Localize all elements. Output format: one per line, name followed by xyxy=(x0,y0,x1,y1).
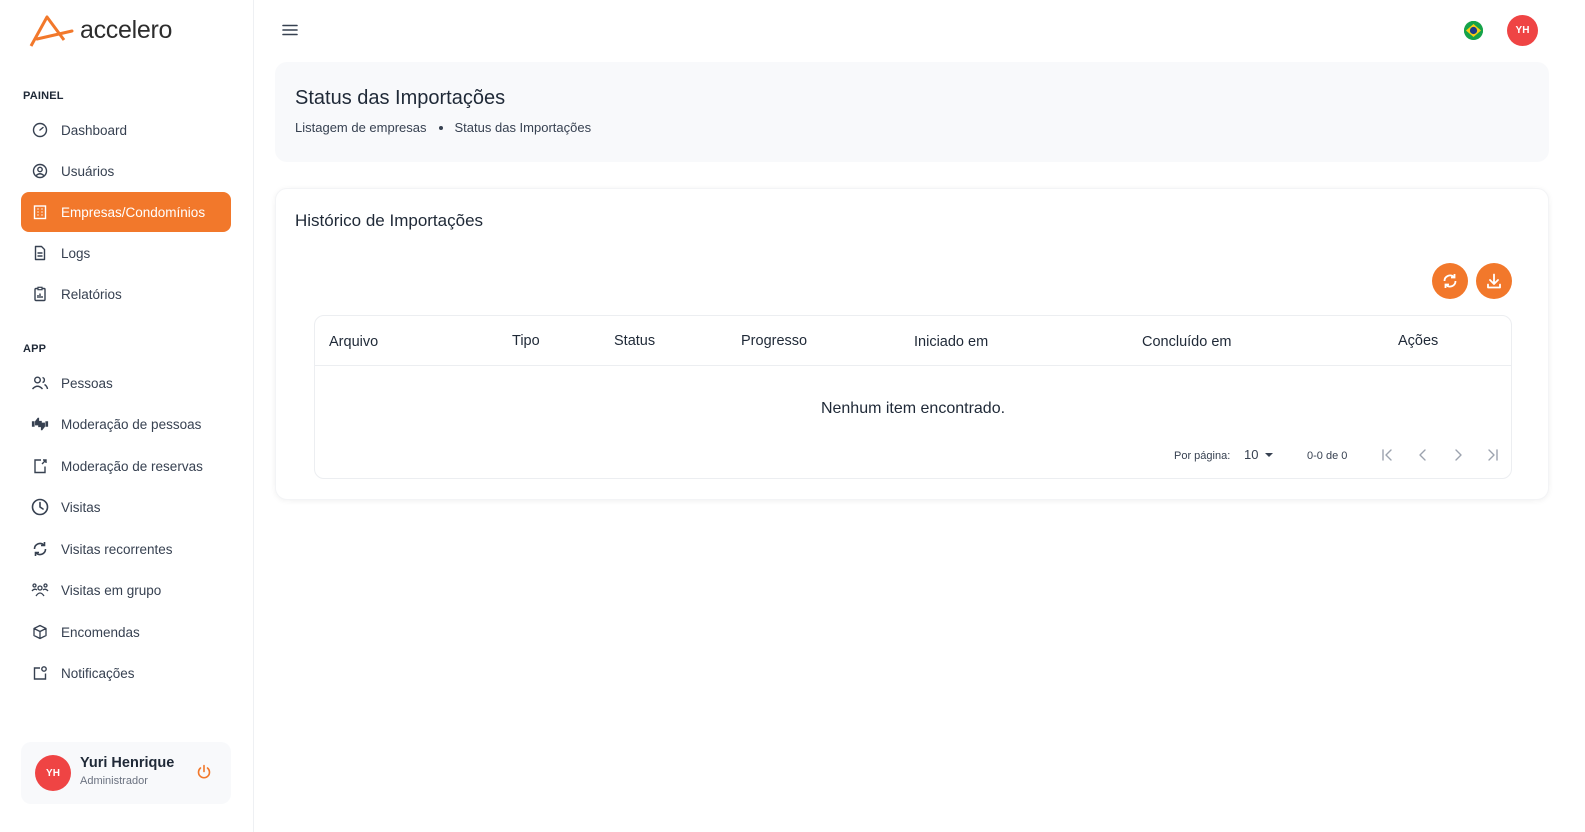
download-button[interactable] xyxy=(1476,263,1512,299)
notification-icon xyxy=(31,664,49,682)
group-icon xyxy=(31,581,49,599)
clock-icon xyxy=(31,498,49,516)
import-history-card: Histórico de Importações Arquivo Tipo St… xyxy=(275,188,1549,500)
sidebar-item-encomendas[interactable]: Encomendas xyxy=(21,612,231,652)
brand-name: accelero xyxy=(80,15,173,44)
sidebar-item-dashboard[interactable]: Dashboard xyxy=(21,110,231,150)
breadcrumb-separator xyxy=(438,125,443,130)
pagination-range: 0-0 de 0 xyxy=(1307,450,1348,462)
building-icon xyxy=(31,203,49,221)
rows-per-page-select[interactable]: 10 xyxy=(1244,447,1274,462)
refresh-button[interactable] xyxy=(1432,263,1468,299)
rows-per-page-value: 10 xyxy=(1244,447,1259,462)
reservation-icon xyxy=(31,457,49,475)
sidebar-item-label: Relatórios xyxy=(61,286,122,302)
column-header-status[interactable]: Status xyxy=(614,333,655,349)
refresh-icon xyxy=(31,540,49,558)
sidebar-item-label: Visitas xyxy=(61,499,101,515)
power-icon[interactable] xyxy=(195,763,213,781)
column-header-arquivo[interactable]: Arquivo xyxy=(329,334,378,350)
sidebar-item-visitas-grupo[interactable]: Visitas em grupo xyxy=(21,570,231,610)
sidebar-item-empresas[interactable]: Empresas/Condomínios xyxy=(21,192,231,232)
sidebar-item-logs[interactable]: Logs xyxy=(21,233,231,273)
document-icon xyxy=(31,244,49,262)
imports-table: Arquivo Tipo Status Progresso Iniciado e… xyxy=(314,315,1512,479)
thumbs-icon xyxy=(31,415,49,433)
user-card: YH Yuri Henrique Administrador xyxy=(21,742,231,804)
sidebar-item-notificacoes[interactable]: Notificações xyxy=(21,653,231,693)
section-label-painel: PAINEL xyxy=(23,90,64,102)
sidebar-item-label: Pessoas xyxy=(61,375,113,391)
package-icon xyxy=(31,623,49,641)
accelero-logo-icon xyxy=(29,15,74,47)
refresh-icon xyxy=(1443,274,1457,288)
section-label-app: APP xyxy=(23,343,47,355)
column-header-iniciado-em[interactable]: Iniciado em xyxy=(914,334,988,350)
sidebar-item-label: Logs xyxy=(61,245,91,261)
user-circle-icon xyxy=(31,162,49,180)
column-header-acoes: Ações xyxy=(1398,333,1439,349)
last-page-icon[interactable] xyxy=(1484,447,1500,463)
breadcrumb-current: Status das Importações xyxy=(454,120,592,135)
sidebar-item-usuarios[interactable]: Usuários xyxy=(21,151,231,191)
download-icon xyxy=(1487,273,1501,289)
caret-down-icon xyxy=(1265,452,1274,457)
breadcrumb: Listagem de empresas Status das Importaç… xyxy=(295,120,591,135)
column-header-tipo[interactable]: Tipo xyxy=(512,333,540,349)
user-name: Yuri Henrique xyxy=(80,755,175,771)
sidebar-item-label: Visitas recorrentes xyxy=(61,541,173,557)
sidebar-item-label: Empresas/Condomínios xyxy=(61,204,206,220)
sidebar-item-label: Visitas em grupo xyxy=(61,582,162,598)
sidebar-item-visitas-recorrentes[interactable]: Visitas recorrentes xyxy=(21,529,231,569)
user-role: Administrador xyxy=(80,775,148,787)
sidebar-item-label: Encomendas xyxy=(61,624,140,640)
next-page-icon[interactable] xyxy=(1450,447,1466,463)
sidebar-item-pessoas[interactable]: Pessoas xyxy=(21,363,231,403)
breadcrumb-link-empresas[interactable]: Listagem de empresas xyxy=(295,120,427,135)
sidebar-item-moderacao-pessoas[interactable]: Moderação de pessoas xyxy=(21,404,231,444)
sidebar-item-visitas[interactable]: Visitas xyxy=(21,487,231,527)
brazil-flag-icon[interactable] xyxy=(1464,21,1483,40)
sidebar-item-label: Usuários xyxy=(61,163,115,179)
menu-icon[interactable] xyxy=(280,20,300,40)
page-title: Status das Importações xyxy=(295,87,506,109)
empty-state-message: Nenhum item encontrado. xyxy=(820,400,1006,417)
sidebar: accelero PAINEL Dashboard Usuários Empre… xyxy=(0,0,254,832)
sidebar-item-label: Dashboard xyxy=(61,122,128,138)
sidebar-item-label: Moderação de reservas xyxy=(61,458,203,474)
page-header: Status das Importações Listagem de empre… xyxy=(275,62,1549,162)
first-page-icon[interactable] xyxy=(1380,447,1396,463)
rows-per-page-label: Por página: xyxy=(1174,450,1231,462)
sidebar-item-moderacao-reservas[interactable]: Moderação de reservas xyxy=(21,446,231,486)
column-header-progresso[interactable]: Progresso xyxy=(741,333,807,349)
sidebar-item-relatorios[interactable]: Relatórios xyxy=(21,274,231,314)
card-title: Histórico de Importações xyxy=(295,211,484,230)
avatar[interactable]: YH xyxy=(35,755,71,791)
sidebar-item-label: Notificações xyxy=(61,665,135,681)
people-icon xyxy=(31,374,49,392)
dashboard-icon xyxy=(31,121,49,139)
avatar[interactable]: YH xyxy=(1507,15,1538,46)
column-header-concluido-em[interactable]: Concluído em xyxy=(1142,334,1231,350)
table-divider xyxy=(315,365,1511,366)
sidebar-item-label: Moderação de pessoas xyxy=(61,416,202,432)
brand-logo[interactable]: accelero xyxy=(28,12,172,48)
previous-page-icon[interactable] xyxy=(1415,447,1431,463)
clipboard-chart-icon xyxy=(31,285,49,303)
